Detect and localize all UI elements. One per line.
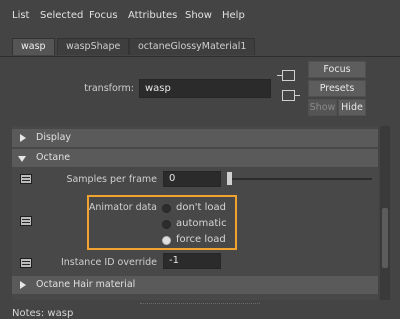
transform-label: transform:	[84, 83, 134, 94]
hide-button[interactable]: Hide	[338, 99, 366, 116]
samples-slider-track[interactable]	[232, 178, 372, 180]
samples-per-frame-label: Samples per frame	[66, 174, 157, 185]
samples-per-frame-field[interactable]: 0	[163, 171, 221, 187]
hair-material-section-header[interactable]: Octane Hair material	[12, 276, 378, 294]
samples-per-frame-value: 0	[169, 173, 176, 184]
node-tabs: wasp waspShape octaneGlossyMaterial1	[0, 36, 400, 57]
octane-section-header[interactable]: Octane	[12, 149, 378, 167]
menu-show[interactable]: Show	[185, 10, 212, 21]
layer-icon[interactable]	[20, 258, 32, 268]
vertical-scrollbar[interactable]	[380, 126, 390, 300]
menu-bar: List Selected Focus Attributes Show Help	[0, 0, 400, 30]
menu-help[interactable]: Help	[222, 10, 245, 21]
samples-slider-handle[interactable]	[227, 172, 232, 185]
expand-down-icon	[18, 156, 26, 162]
highlight-box	[87, 195, 237, 250]
layer-icon[interactable]	[20, 174, 32, 184]
panel-divider-handle[interactable]	[140, 303, 260, 305]
tab-wasp[interactable]: wasp	[12, 38, 55, 55]
tab-octane-glossy-material[interactable]: octaneGlossyMaterial1	[129, 38, 256, 55]
menu-attributes[interactable]: Attributes	[128, 10, 177, 21]
menu-list[interactable]: List	[12, 10, 29, 21]
octane-section-title: Octane	[36, 152, 71, 163]
expand-right-icon	[20, 281, 26, 289]
input-connection-icon[interactable]	[277, 70, 295, 81]
instance-id-override-label: Instance ID override	[60, 257, 157, 268]
display-section-title: Display	[36, 132, 72, 143]
tab-waspshape[interactable]: waspShape	[57, 38, 130, 55]
hair-material-section-title: Octane Hair material	[36, 279, 136, 290]
scrollbar-thumb[interactable]	[382, 208, 388, 268]
layer-icon[interactable]	[20, 216, 32, 226]
transform-name-field[interactable]: wasp	[139, 79, 271, 98]
display-section-header[interactable]: Display	[12, 129, 378, 147]
instance-id-override-value: -1	[169, 255, 179, 266]
show-button[interactable]: Show	[308, 99, 337, 116]
focus-button[interactable]: Focus	[308, 61, 366, 78]
transform-name-value: wasp	[145, 83, 171, 94]
presets-button[interactable]: Presets	[308, 80, 366, 97]
menu-focus[interactable]: Focus	[89, 10, 118, 21]
expand-right-icon	[20, 134, 26, 142]
instance-id-override-field[interactable]: -1	[163, 253, 221, 269]
output-connection-icon[interactable]	[282, 90, 300, 101]
menu-selected[interactable]: Selected	[40, 10, 83, 21]
